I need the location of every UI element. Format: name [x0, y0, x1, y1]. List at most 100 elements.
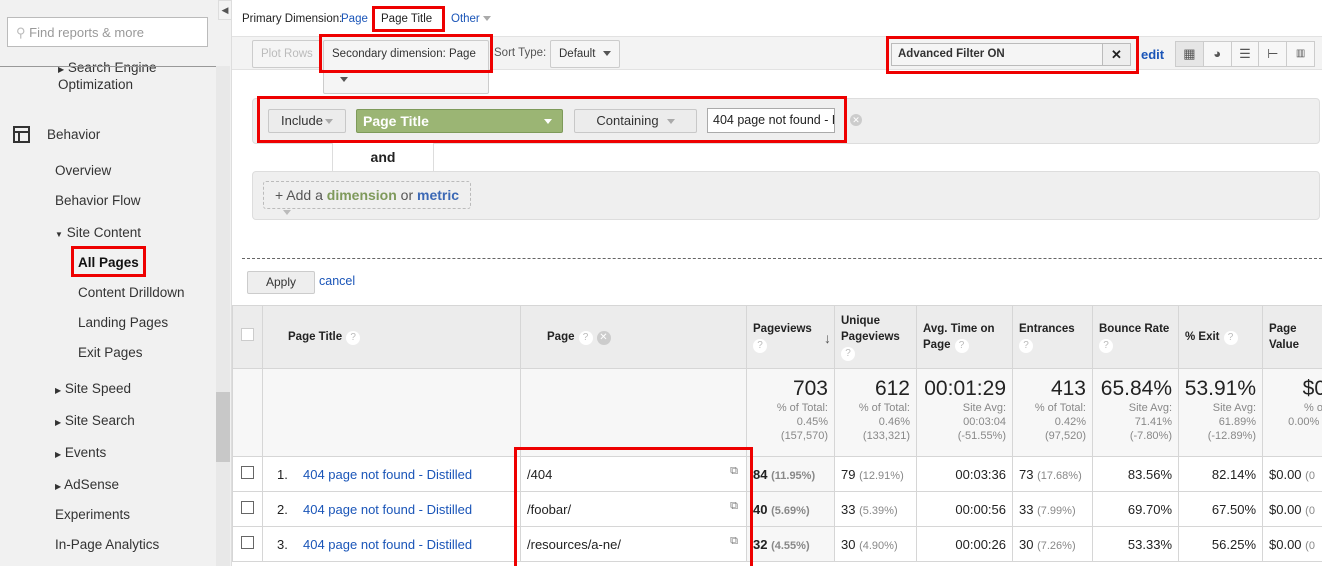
total-label: Site Avg: — [1212, 402, 1256, 414]
remove-dimension-icon[interactable]: ✕ — [596, 331, 611, 345]
apply-button[interactable]: Apply — [247, 271, 315, 294]
entrances: 73 — [1019, 466, 1034, 482]
add-dimension-or-metric-button[interactable]: + Add a dimension or metric — [263, 181, 471, 215]
col-page-title[interactable]: Page Title? — [262, 305, 521, 369]
col-pageviews[interactable]: Pageviews? ↓ — [746, 305, 835, 369]
comparison-view-icon[interactable]: ⊢ — [1259, 42, 1288, 66]
col-page-value[interactable]: Page Value — [1262, 305, 1322, 369]
remove-filter-icon[interactable]: ✕ — [850, 114, 862, 126]
nav-site-search[interactable]: ▶ Site Search — [55, 413, 135, 428]
col-page[interactable]: Page? ✕ — [520, 305, 747, 369]
total-value: 703 — [792, 377, 828, 400]
behavior-icon — [13, 126, 30, 143]
nav-exit-pages[interactable]: Exit Pages — [78, 345, 143, 360]
total-base: (-7.80%) — [1129, 430, 1172, 442]
total-value: 413 — [1050, 377, 1086, 400]
row-checkbox[interactable] — [241, 501, 254, 514]
sort-type-dropdown[interactable]: Default — [550, 40, 621, 68]
row-checkbox[interactable] — [241, 536, 254, 549]
pageviews: 32 — [753, 536, 768, 552]
nav-site-speed[interactable]: ▶ Site Speed — [55, 381, 131, 396]
divider — [242, 258, 1322, 259]
total-cell: 53.91% Site Avg: 61.89% (-12.89%) — [1178, 368, 1263, 457]
row-checkbox[interactable] — [241, 466, 254, 479]
entrances: 33 — [1019, 501, 1034, 517]
total-base: (-51.55%) — [957, 430, 1006, 442]
nav-seo[interactable]: ▶ Search Engine Optimization — [58, 60, 208, 92]
nav-in-page-analytics[interactable]: In-Page Analytics — [55, 537, 159, 552]
pie-view-icon[interactable]: ◕ — [1204, 42, 1232, 66]
bounce-rate: 69.70% — [1127, 501, 1172, 517]
total-label: % of Total: — [776, 402, 828, 414]
help-icon: ? — [1099, 339, 1113, 353]
nav-behavior[interactable]: Behavior — [47, 127, 100, 142]
totals-row: 703 % of Total: 0.45% (157,570) 612 % of Tota… — [232, 368, 1322, 457]
help-icon[interactable]: ? — [346, 331, 361, 345]
sort-desc-icon: ↓ — [824, 330, 831, 346]
search-icon: ⚲ — [16, 25, 26, 40]
col-bounce-rate[interactable]: Bounce Rate? — [1092, 305, 1179, 369]
help-icon: ? — [753, 339, 767, 353]
nav-behavior-flow[interactable]: Behavior Flow — [55, 193, 141, 208]
help-icon: ? — [841, 347, 855, 361]
total-base: (133,321) — [862, 430, 910, 442]
pageviews-pct: (4.55%) — [771, 539, 810, 552]
total-pct: 0.00% ( — [1288, 416, 1322, 428]
page-title-link[interactable]: 404 page not found - Distilled — [303, 537, 472, 552]
pageviews: 84 — [753, 466, 768, 482]
page-value-pct: (0 — [1305, 504, 1315, 517]
highlight-box — [514, 447, 753, 566]
select-all-checkbox[interactable] — [241, 328, 254, 341]
unique-pct: (4.90%) — [859, 539, 898, 552]
total-cell: 00:01:29 Site Avg: 00:03:04 (-51.55%) — [916, 368, 1013, 457]
col-unique-pageviews[interactable]: Unique Pageviews? — [834, 305, 917, 369]
nav-landing-pages[interactable]: Landing Pages — [78, 315, 168, 330]
total-value: 65.84% — [1100, 377, 1172, 400]
edit-filter-link[interactable]: edit — [1141, 47, 1164, 62]
search-input[interactable]: ⚲ Find reports & more — [7, 17, 208, 47]
unique-pct: (5.39%) — [859, 504, 898, 517]
pivot-view-icon[interactable]: ▥ — [1287, 42, 1314, 66]
nav-experiments[interactable]: Experiments — [55, 507, 130, 522]
exit-rate: 56.25% — [1211, 536, 1256, 552]
page-title-link[interactable]: 404 page not found - Distilled — [303, 467, 472, 482]
help-icon: ? — [1223, 331, 1238, 345]
col-avg-time[interactable]: Avg. Time on Page? — [916, 305, 1013, 369]
sort-type-label: Sort Type: — [494, 47, 547, 59]
total-cell: 703 % of Total: 0.45% (157,570) — [746, 368, 835, 457]
highlight-box — [886, 36, 1139, 74]
highlight-box — [257, 96, 847, 143]
primary-dimension-label: Primary Dimension: — [242, 13, 343, 25]
page-value-pct: (0 — [1305, 539, 1315, 552]
scrollbar-thumb[interactable] — [216, 392, 230, 462]
exit-rate: 67.50% — [1211, 501, 1256, 517]
avg-time: 00:00:56 — [955, 501, 1006, 517]
nav-content-drilldown[interactable]: Content Drilldown — [78, 285, 185, 300]
exit-rate: 82.14% — [1211, 466, 1256, 482]
table-view-icon[interactable]: ▦ — [1176, 42, 1204, 66]
unique-pageviews: 30 — [841, 536, 856, 552]
nav-adsense[interactable]: ▶ AdSense — [55, 477, 119, 492]
plot-rows-button[interactable]: Plot Rows — [252, 40, 322, 68]
bounce-rate: 83.56% — [1127, 466, 1172, 482]
entrances-pct: (7.26%) — [1037, 539, 1076, 552]
table-row: 1. 404 page not found - Distilled /404 ⧉ 8… — [232, 456, 1322, 492]
avg-time: 00:00:26 — [955, 536, 1006, 552]
cancel-link[interactable]: cancel — [319, 274, 355, 288]
nav-site-content[interactable]: ▼ Site Content — [55, 225, 141, 240]
bar-view-icon[interactable]: ☰ — [1232, 42, 1260, 66]
pageviews-pct: (5.69%) — [771, 504, 810, 517]
page-title-link[interactable]: 404 page not found - Distilled — [303, 502, 472, 517]
col-exit[interactable]: % Exit? — [1178, 305, 1263, 369]
page-value: $0.00 — [1269, 501, 1302, 517]
sidebar-scrollbar[interactable] — [216, 66, 230, 566]
primary-page-link[interactable]: Page — [341, 13, 368, 25]
collapse-sidebar-button[interactable]: ◀ — [218, 0, 232, 20]
nav-events[interactable]: ▶ Events — [55, 445, 106, 460]
primary-other-dropdown[interactable]: Other — [451, 13, 491, 25]
bounce-rate: 53.33% — [1127, 536, 1172, 552]
avg-time: 00:03:36 — [955, 466, 1006, 482]
nav-overview[interactable]: Overview — [55, 163, 111, 178]
col-entrances[interactable]: Entrances? — [1012, 305, 1093, 369]
total-cell: 413 % of Total: 0.42% (97,520) — [1012, 368, 1093, 457]
